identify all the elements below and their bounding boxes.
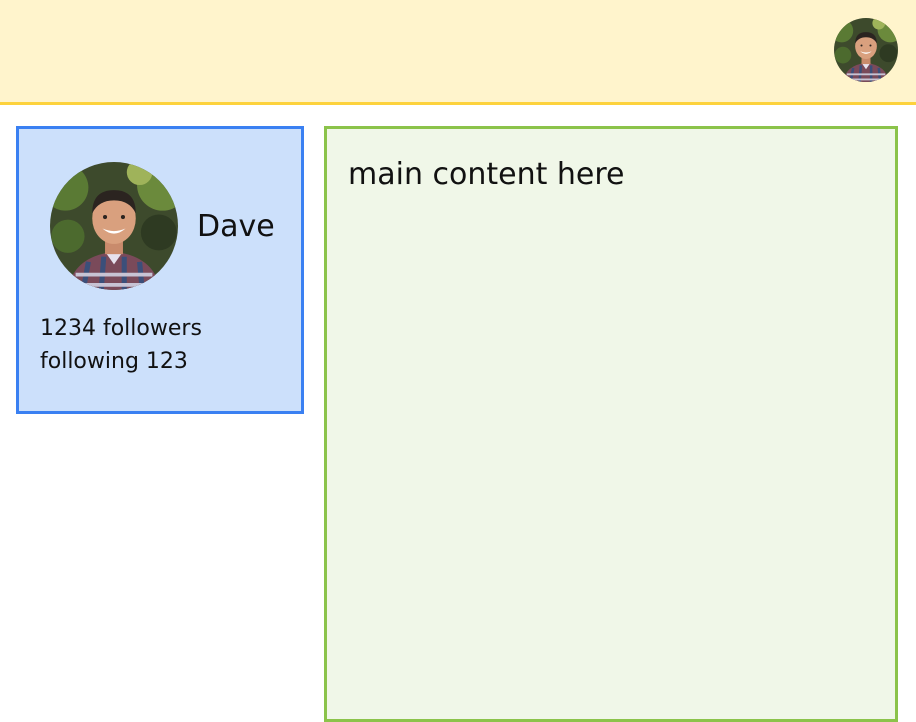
profile-card: Dave 1234 followers following 123 [16,126,304,414]
header-avatar-icon[interactable] [834,18,898,82]
main-content-text: main content here [348,157,625,192]
top-header-bar [0,0,916,105]
followers-count: 1234 followers [40,316,202,341]
profile-name: Dave [197,209,275,244]
main-content-panel: main content here [324,126,898,722]
following-count: following 123 [40,349,188,374]
profile-avatar-icon[interactable] [50,162,178,290]
